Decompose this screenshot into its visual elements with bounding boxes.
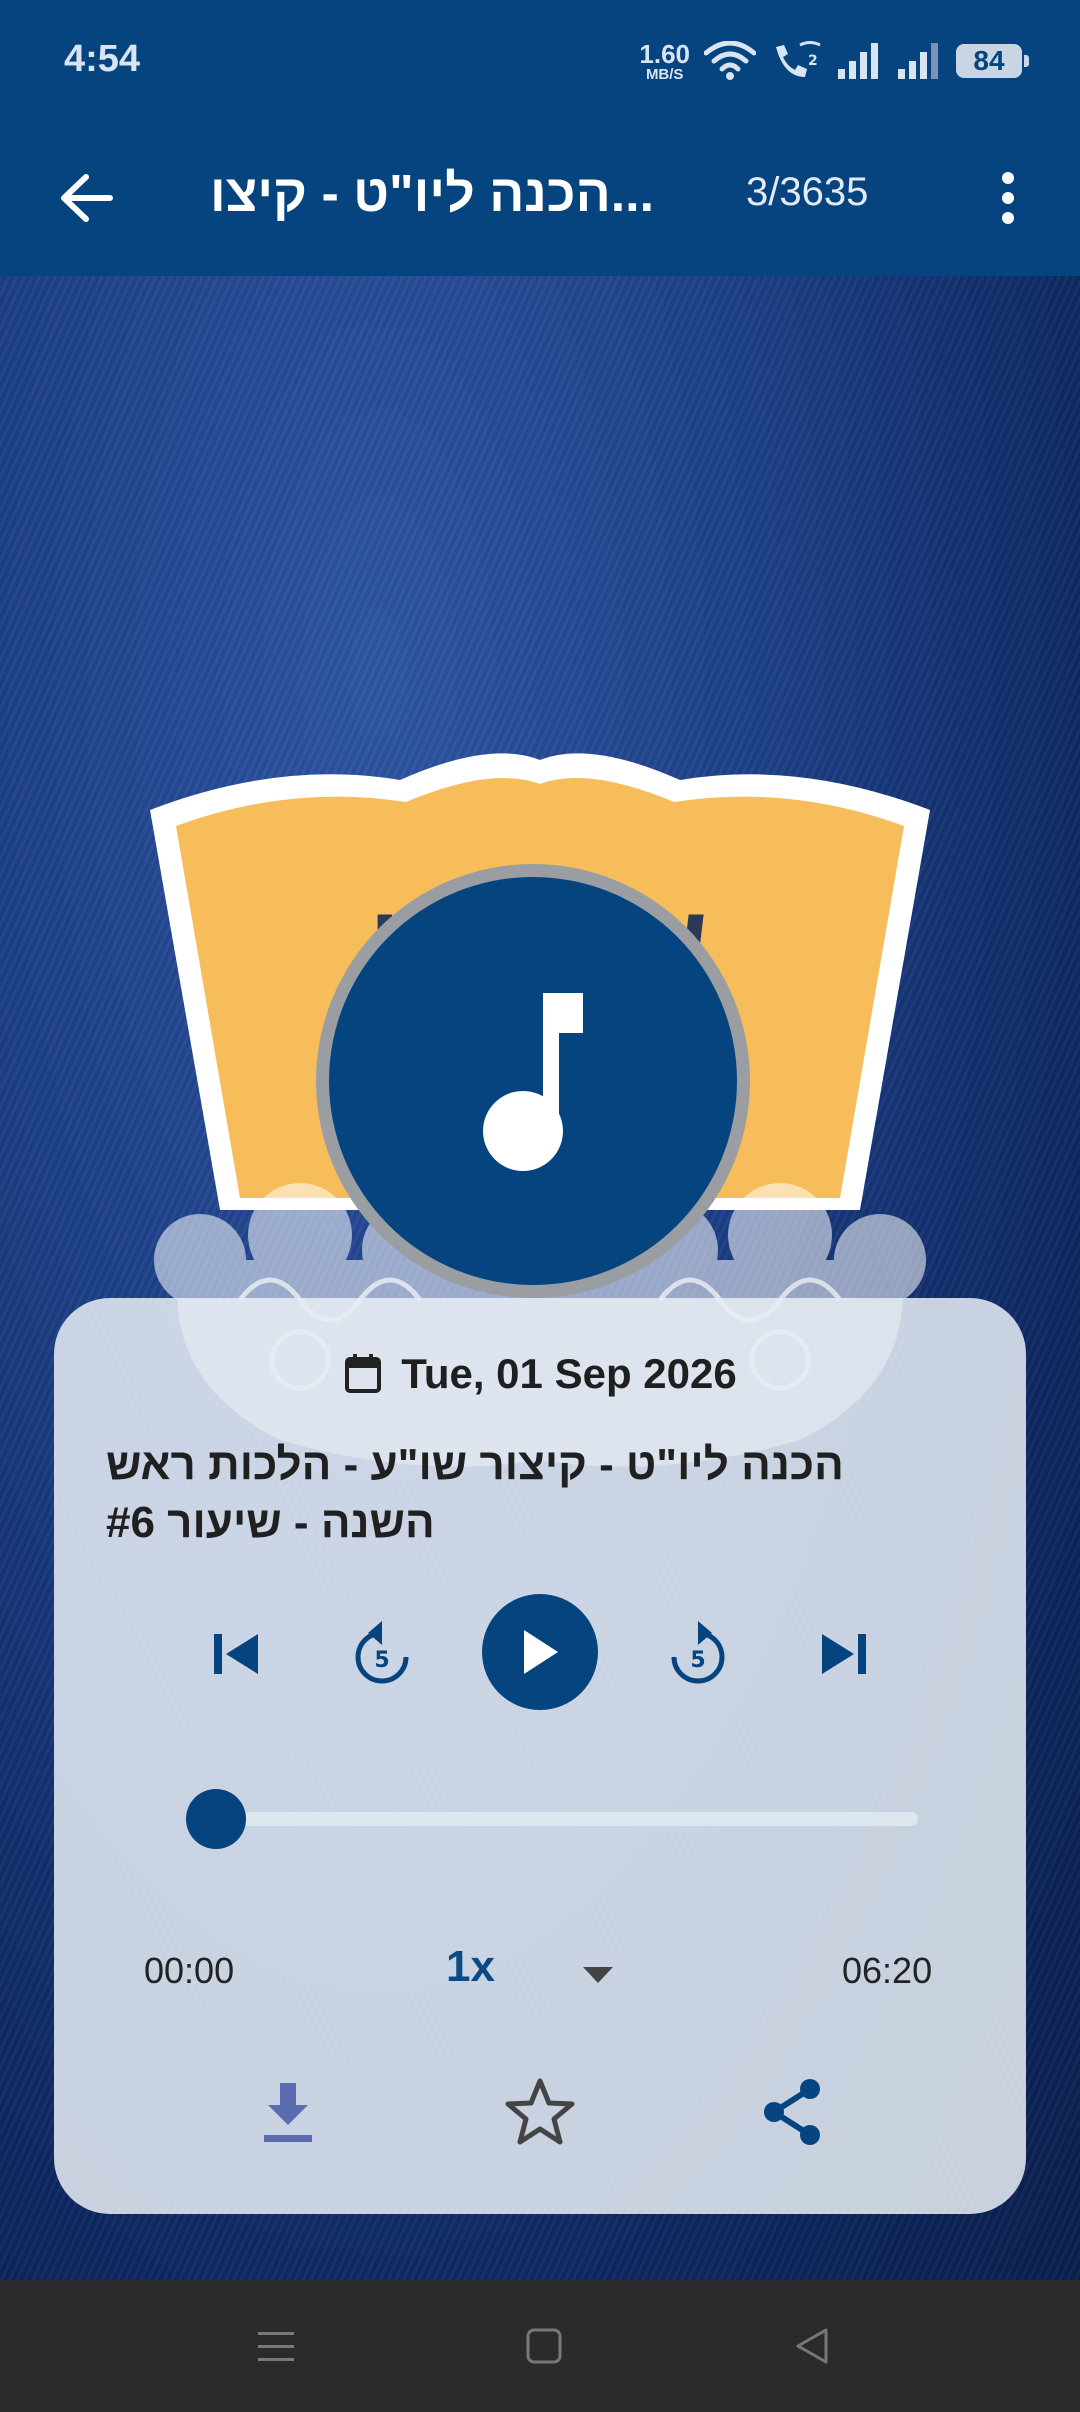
calendar-icon: [345, 1354, 382, 1393]
forward-5-icon: 5: [671, 1621, 725, 1684]
date-row: Tue, 01 Sep 2026: [54, 1350, 1026, 1398]
play-icon: [524, 1630, 558, 1674]
page-title: הכנה ליו"ט - קיצו...: [210, 165, 655, 223]
speed-dropdown-button[interactable]: [578, 1960, 618, 1990]
system-nav-bar: [0, 2280, 1080, 2412]
share-button[interactable]: [744, 2064, 840, 2160]
caret-down-icon: [583, 1967, 613, 1983]
star-outline-icon: [505, 2078, 575, 2145]
seek-bar[interactable]: [216, 1812, 918, 1826]
play-button[interactable]: [482, 1594, 598, 1710]
playback-speed-selector[interactable]: 1x: [446, 1942, 495, 1992]
more-options-button[interactable]: [980, 162, 1036, 234]
status-time: 4:54: [64, 38, 141, 80]
elapsed-time: 00:00: [144, 1950, 235, 1991]
network-speed-value: 1.60: [639, 38, 690, 69]
network-speed: 1.60 MB/S: [639, 41, 690, 82]
skip-previous-icon: [214, 1634, 258, 1674]
replay-5-icon: 5: [355, 1621, 409, 1684]
favorite-button[interactable]: [492, 2064, 588, 2160]
rewind-5-button[interactable]: 5: [340, 1612, 424, 1696]
item-counter: 3/3635: [746, 170, 869, 214]
status-icons: 1.60 MB/S 2 84: [639, 36, 1029, 86]
music-note-icon: [483, 993, 583, 1171]
time-row: 00:00 1x 06:20: [54, 1938, 1026, 2008]
album-art-disc: [329, 877, 737, 1285]
playback-controls: 5 5: [54, 1594, 1026, 1714]
system-back-button[interactable]: [780, 2314, 844, 2378]
download-icon: [264, 2083, 312, 2142]
total-duration: 06:20: [842, 1950, 933, 1991]
seek-thumb[interactable]: [186, 1789, 246, 1849]
battery-indicator: 84: [956, 44, 1029, 78]
more-vert-icon: [1002, 172, 1014, 224]
wifi-icon: [704, 41, 756, 80]
skip-next-icon: [822, 1634, 866, 1674]
app-bar: הכנה ליו"ט - קיצו... 3/3635: [0, 120, 1080, 276]
recents-button[interactable]: [244, 2314, 308, 2378]
menu-icon: [258, 2332, 294, 2361]
home-button[interactable]: [512, 2314, 576, 2378]
forward-5-button[interactable]: 5: [656, 1612, 740, 1696]
track-date: Tue, 01 Sep 2026: [401, 1350, 737, 1397]
status-bar: 4:54 1.60 MB/S 2 84: [0, 0, 1080, 120]
triangle-back-icon: [796, 2328, 828, 2364]
track-actions: [54, 2064, 1026, 2164]
back-button[interactable]: [50, 162, 122, 234]
forward-seconds: 5: [690, 1648, 705, 1673]
album-art-placeholder: [316, 864, 750, 1298]
svg-text:2: 2: [808, 53, 818, 69]
download-button[interactable]: [240, 2064, 336, 2160]
skip-next-button[interactable]: [808, 1618, 880, 1690]
share-icon: [764, 2079, 820, 2145]
signal-2-icon: [898, 43, 938, 79]
signal-1-icon: [838, 43, 878, 79]
square-home-icon: [526, 2328, 562, 2364]
player-card: Tue, 01 Sep 2026 הכנה ליו"ט - קיצור שו"ע…: [54, 1298, 1026, 2214]
arrow-left-icon: [61, 174, 113, 222]
track-title: הכנה ליו"ט - קיצור שו"ע - הלכות ראש השנה…: [106, 1440, 844, 1547]
rewind-seconds: 5: [374, 1648, 389, 1673]
wifi-call-icon: 2: [776, 41, 821, 77]
network-speed-unit: MB/S: [645, 65, 684, 83]
skip-previous-button[interactable]: [200, 1618, 272, 1690]
